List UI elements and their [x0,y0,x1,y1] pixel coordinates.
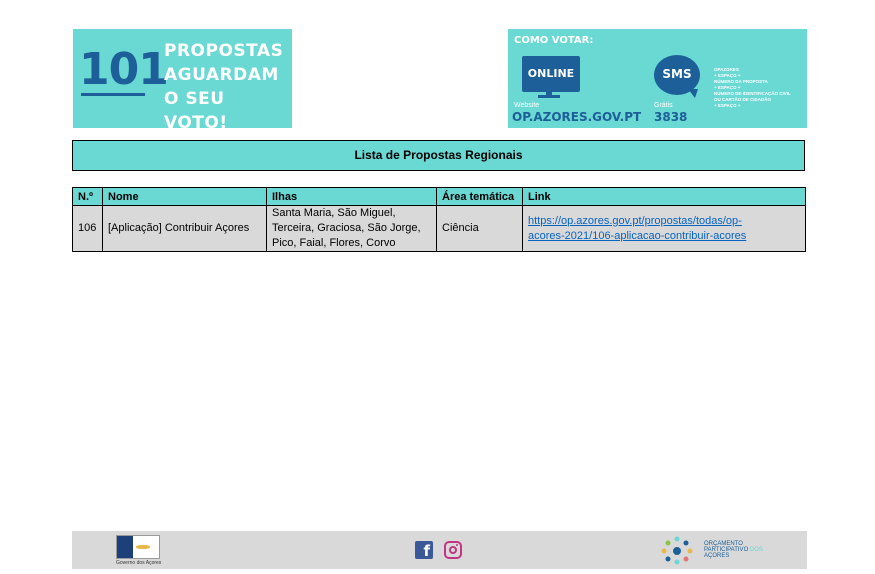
col-header-area: Área temática [436,187,523,206]
sms-number: 3838 [654,110,688,124]
proposals-table: N.º Nome Ilhas Área temática Link 106 [A… [72,187,806,252]
sms-label: SMS [662,67,692,81]
facebook-icon[interactable]: f [415,541,433,560]
col-header-link: Link [522,187,806,206]
cell-area: Ciência [436,205,523,252]
cell-nome: [Aplicação] Contribuir Açores [102,205,267,252]
sms-bubble-tail-icon [688,89,698,98]
link-line[interactable]: https://op.azores.gov.pt/propostas/todas… [528,215,742,227]
list-title: Lista de Propostas Regionais [72,140,805,171]
sms-instructions: OPAZORES + ESPAÇO + NÚMERO DA PROPOSTA +… [714,67,806,109]
monitor-base-icon [538,95,560,98]
cell-link: https://op.azores.gov.pt/propostas/todas… [522,205,806,252]
governo-acores-logo [116,535,160,559]
banner-propostas: 101 PROPOSTAS AGUARDAM O SEU VOTO! [73,29,292,133]
link-line[interactable]: acores-2021/106-aplicacao-contribuir-aco… [528,230,746,242]
ilhas-line: Santa Maria, São Miguel, [272,207,396,219]
op-line-3: AÇORES [704,553,730,559]
monitor-icon: ONLINE [522,56,580,92]
ilhas-line: Pico, Faial, Flores, Corvo [272,237,396,249]
proposal-link[interactable]: https://op.azores.gov.pt/propostas/todas… [528,215,746,242]
banner-line-1: PROPOSTAS [164,41,284,61]
online-label: ONLINE [527,67,575,80]
website-url[interactable]: OP.AZORES.GOV.PT [512,110,641,124]
goshawk-icon [136,545,150,549]
flag-blue-band [117,536,133,558]
banner-como-votar: COMO VOTAR: ONLINE Website OP.AZORES.GOV… [508,29,807,128]
table-header-row: N.º Nome Ilhas Área temática Link [72,187,806,206]
col-header-ilhas: Ilhas [266,187,437,206]
governo-label: Governo dos Açores [116,560,162,566]
cell-num: 106 [72,205,103,252]
table-row: 106 [Aplicação] Contribuir Açores Santa … [72,205,806,252]
count-underline [81,93,145,96]
col-header-nome: Nome [102,187,267,206]
footer-bar: Governo dos Açores f ORÇAMENTO PARTICIPA… [72,531,807,569]
como-votar-title: COMO VOTAR: [514,35,594,46]
website-label: Website [514,102,540,109]
op-acores-text: ORÇAMENTO PARTICIPATIVO DOS AÇORES [704,541,763,559]
sms-instruction-line: + ESPAÇO + [714,103,741,108]
instagram-icon[interactable] [444,541,462,559]
banner-line-3: O SEU VOTO! [164,89,228,133]
op-dos: DOS [749,547,763,553]
cell-ilhas: Santa Maria, São Miguel, Terceira, Graci… [266,205,437,252]
banner-text: PROPOSTAS AGUARDAM O SEU VOTO! [164,39,292,135]
col-header-num: N.º [72,187,103,206]
ilhas-line: Terceira, Graciosa, São Jorge, [272,222,421,234]
op-acores-logo-icon [661,536,693,565]
banner-line-2: AGUARDAM [164,65,279,85]
proposal-count: 101 [79,44,169,95]
gratis-label: Grátis [654,102,673,109]
